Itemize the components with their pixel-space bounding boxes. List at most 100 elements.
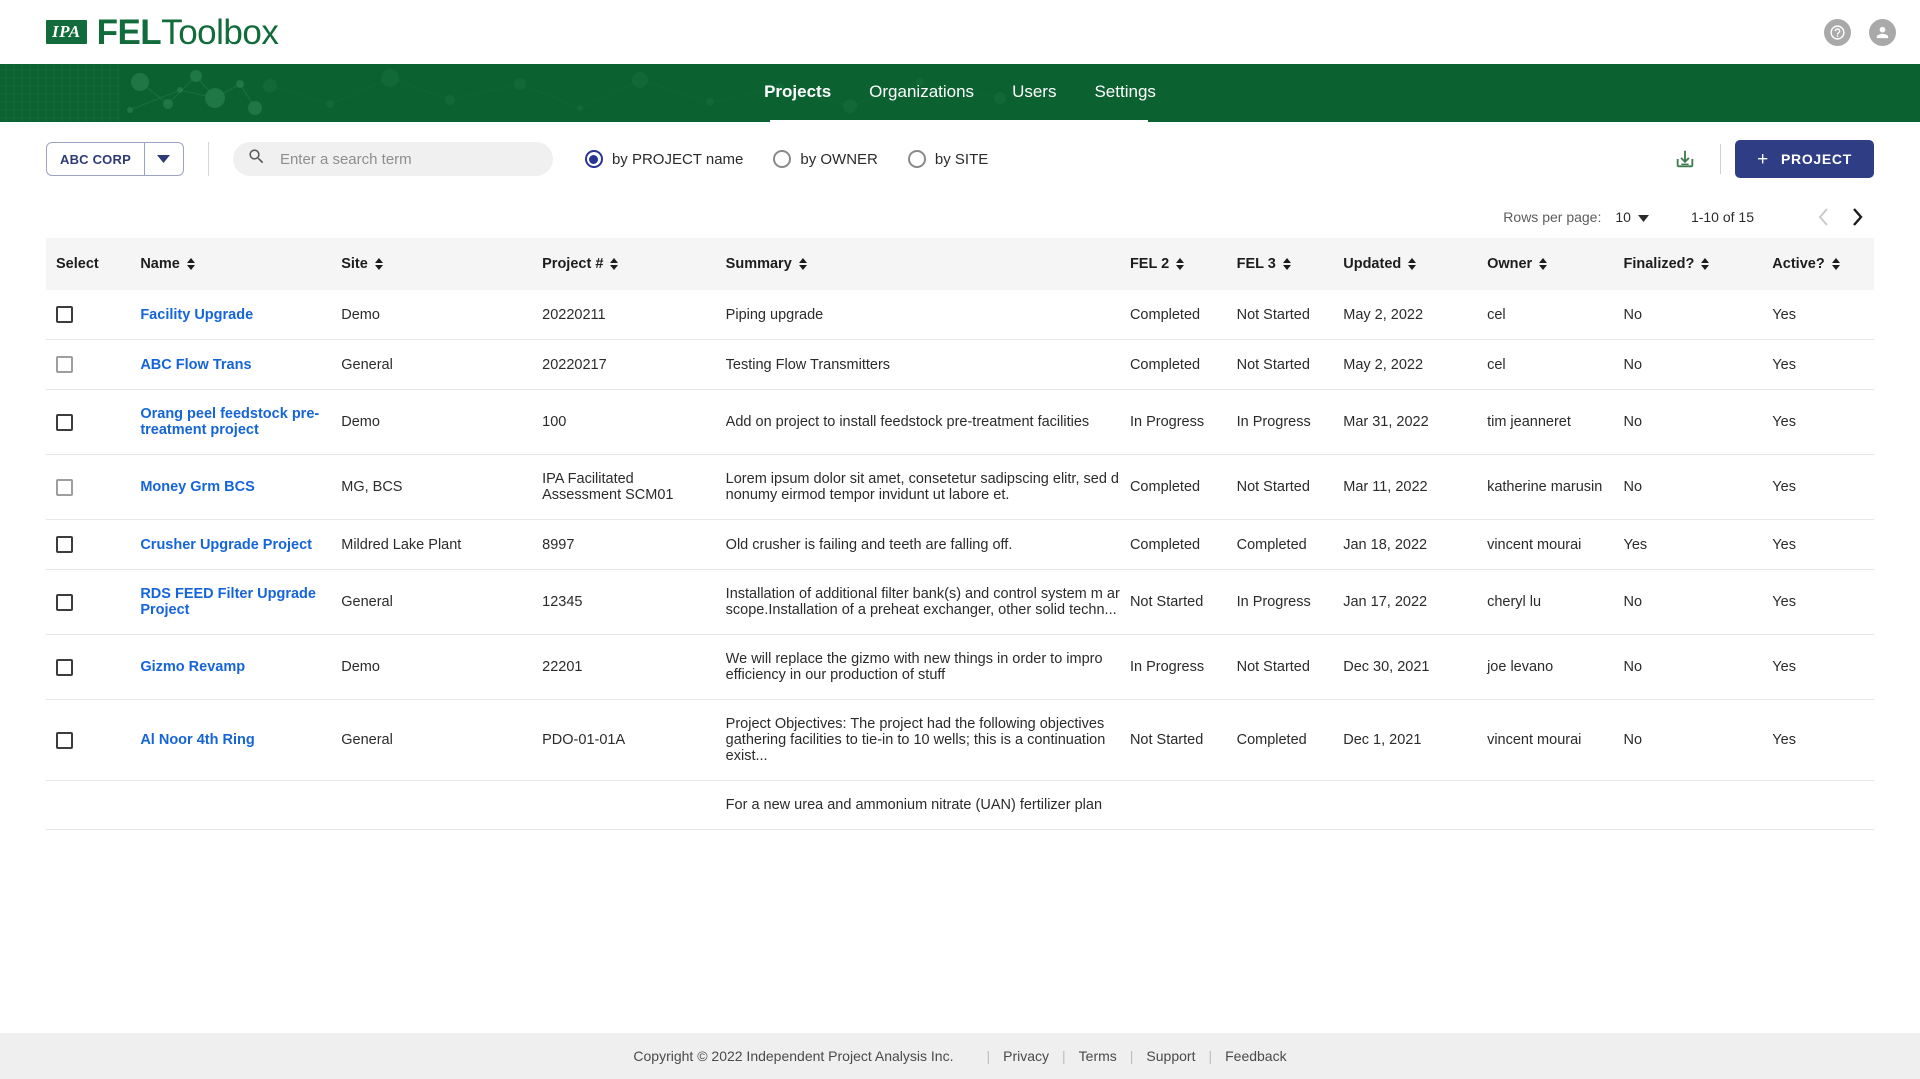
footer-link-feedback[interactable]: Feedback: [1225, 1048, 1286, 1064]
column-header-fel2[interactable]: FEL 2: [1120, 238, 1227, 290]
sort-icon-site[interactable]: [374, 257, 383, 271]
row-checkbox[interactable]: [56, 356, 73, 373]
row-select-cell: [46, 340, 130, 390]
row-checkbox[interactable]: [56, 593, 73, 611]
project-name-link[interactable]: RDS FEED Filter Upgrade Project: [140, 586, 316, 618]
column-header-finalized[interactable]: Finalized?: [1613, 238, 1762, 290]
sort-icon-fel2[interactable]: [1176, 257, 1185, 271]
sort-icon-owner[interactable]: [1539, 257, 1548, 271]
search-box[interactable]: [232, 142, 553, 176]
table-row[interactable]: Al Noor 4th Ring General PDO-01-01A Project…: [46, 700, 1874, 781]
nav-item-projects[interactable]: Projects: [762, 80, 833, 106]
sort-icon-updated[interactable]: [1408, 257, 1417, 271]
chevron-right-icon[interactable]: [1840, 200, 1874, 234]
pagination-range: 1-10 of 15: [1690, 209, 1754, 225]
project-name-link[interactable]: ABC Flow Trans: [140, 357, 251, 373]
table-row[interactable]: Gizmo Revamp Demo 22201 We will replace the…: [46, 635, 1874, 700]
nav-item-users[interactable]: Users: [1010, 80, 1058, 106]
row-fel3-cell: Not Started: [1236, 356, 1310, 373]
row-summary-text: Old crusher is failing and teeth are fal…: [725, 536, 1013, 553]
rows-per-page-select[interactable]: 10: [1615, 209, 1649, 225]
row-site-cell: General: [341, 356, 393, 373]
table-row[interactable]: Facility Upgrade Demo 20220211 Piping upgra…: [46, 290, 1874, 340]
chevron-left-icon[interactable]: [1806, 200, 1840, 234]
column-header-summary[interactable]: Summary: [716, 238, 1120, 290]
search-icon: [247, 147, 266, 171]
table-row[interactable]: ABC Flow Trans General 20220217 Testing Flo…: [46, 340, 1874, 390]
radio-by-owner[interactable]: by OWNER: [773, 150, 878, 168]
project-name-link[interactable]: Facility Upgrade: [140, 307, 253, 323]
row-finalized-cell: No: [1623, 479, 1643, 495]
app-logo[interactable]: IPA FELToolbox: [46, 12, 279, 52]
sort-icon-project-number[interactable]: [610, 257, 619, 271]
row-checkbox[interactable]: [56, 478, 73, 496]
footer-link-support[interactable]: Support: [1146, 1048, 1195, 1064]
row-project-number-cell: 8997: [542, 536, 575, 553]
nav-item-settings[interactable]: Settings: [1092, 80, 1157, 106]
column-header-active[interactable]: Active?: [1762, 238, 1874, 290]
row-select-cell: [46, 455, 130, 520]
help-circle-icon[interactable]: [1824, 18, 1851, 46]
column-header-name[interactable]: Name: [130, 238, 331, 290]
sort-icon-summary[interactable]: [798, 257, 807, 271]
project-name-link[interactable]: Crusher Upgrade Project: [140, 537, 312, 553]
radio-dot-project: [584, 150, 603, 168]
column-header-updated[interactable]: Updated: [1333, 238, 1477, 290]
row-project-number-cell: [532, 781, 716, 830]
radio-by-project-name[interactable]: by PROJECT name: [584, 150, 743, 168]
projects-table-head: Select Name Site Project # Summary FEL 2…: [46, 238, 1874, 290]
table-header-row: Select Name Site Project # Summary FEL 2…: [46, 238, 1874, 290]
footer-link-privacy[interactable]: Privacy: [1003, 1048, 1049, 1064]
projects-table: Select Name Site Project # Summary FEL 2…: [46, 238, 1874, 830]
search-input[interactable]: [277, 149, 539, 169]
rows-per-page-value: 10: [1615, 209, 1631, 225]
organization-selector[interactable]: ABC CORP: [46, 142, 184, 176]
row-owner-cell: cheryl lu: [1487, 594, 1542, 610]
main-nav-bar: Projects Organizations Users Settings: [0, 64, 1920, 122]
footer-link-terms[interactable]: Terms: [1079, 1048, 1117, 1064]
row-site-cell: Mildred Lake Plant: [341, 536, 462, 553]
table-row[interactable]: For a new urea and ammonium nitrate (UAN…: [46, 781, 1874, 830]
project-name-link[interactable]: Al Noor 4th Ring: [140, 732, 254, 748]
project-name-link[interactable]: Orang peel feedstock pre-treatment proje…: [140, 406, 319, 438]
sort-icon-active[interactable]: [1831, 257, 1840, 271]
column-header-project-number[interactable]: Project #: [532, 238, 716, 290]
row-checkbox[interactable]: [56, 413, 73, 431]
column-header-site[interactable]: Site: [331, 238, 532, 290]
row-site-cell: General: [341, 732, 393, 748]
row-checkbox[interactable]: [56, 306, 73, 323]
column-header-fel3[interactable]: FEL 3: [1227, 238, 1334, 290]
table-row[interactable]: RDS FEED Filter Upgrade Project General 12…: [46, 570, 1874, 635]
column-label-site: Site: [341, 256, 368, 272]
table-row[interactable]: Crusher Upgrade Project Mildred Lake Plan…: [46, 520, 1874, 570]
row-updated-cell: [1333, 781, 1477, 830]
app-title-bold: FEL: [96, 12, 162, 52]
row-site-cell: MG, BCS: [341, 479, 403, 495]
row-checkbox[interactable]: [56, 536, 73, 553]
project-name-link[interactable]: Money Grm BCS: [140, 479, 254, 495]
radio-by-site[interactable]: by SITE: [907, 150, 988, 168]
sort-icon-name[interactable]: [186, 257, 195, 271]
table-row[interactable]: Money Grm BCS MG, BCS IPA Facilitated Asse…: [46, 455, 1874, 520]
project-name-link[interactable]: Gizmo Revamp: [140, 659, 245, 675]
download-icon[interactable]: [1664, 142, 1706, 176]
row-finalized-cell: No: [1623, 594, 1643, 610]
row-project-number-cell: 22201: [542, 659, 583, 675]
account-circle-icon[interactable]: [1869, 18, 1896, 46]
table-row[interactable]: Orang peel feedstock pre-treatment proje…: [46, 390, 1874, 455]
pagination-bar: Rows per page: 10 1-10 of 15: [0, 196, 1920, 238]
row-project-number-cell: PDO-01-01A: [542, 732, 626, 748]
row-checkbox[interactable]: [56, 731, 73, 749]
nav-item-organizations[interactable]: Organizations: [867, 80, 976, 106]
sort-icon-finalized[interactable]: [1701, 257, 1710, 271]
page-footer: Copyright © 2022 Independent Project Ana…: [0, 1033, 1920, 1079]
column-header-owner[interactable]: Owner: [1477, 238, 1613, 290]
footer-separator-2: |: [1129, 1048, 1134, 1064]
row-checkbox[interactable]: [56, 658, 73, 676]
caret-down-icon: [1637, 209, 1649, 225]
chevron-down-icon[interactable]: [145, 143, 183, 175]
add-project-button[interactable]: + PROJECT: [1735, 140, 1874, 178]
search-mode-radio-group: by PROJECT name by OWNER by SITE: [584, 150, 988, 168]
column-label-active: Active?: [1772, 256, 1825, 272]
sort-icon-fel3[interactable]: [1282, 257, 1291, 271]
